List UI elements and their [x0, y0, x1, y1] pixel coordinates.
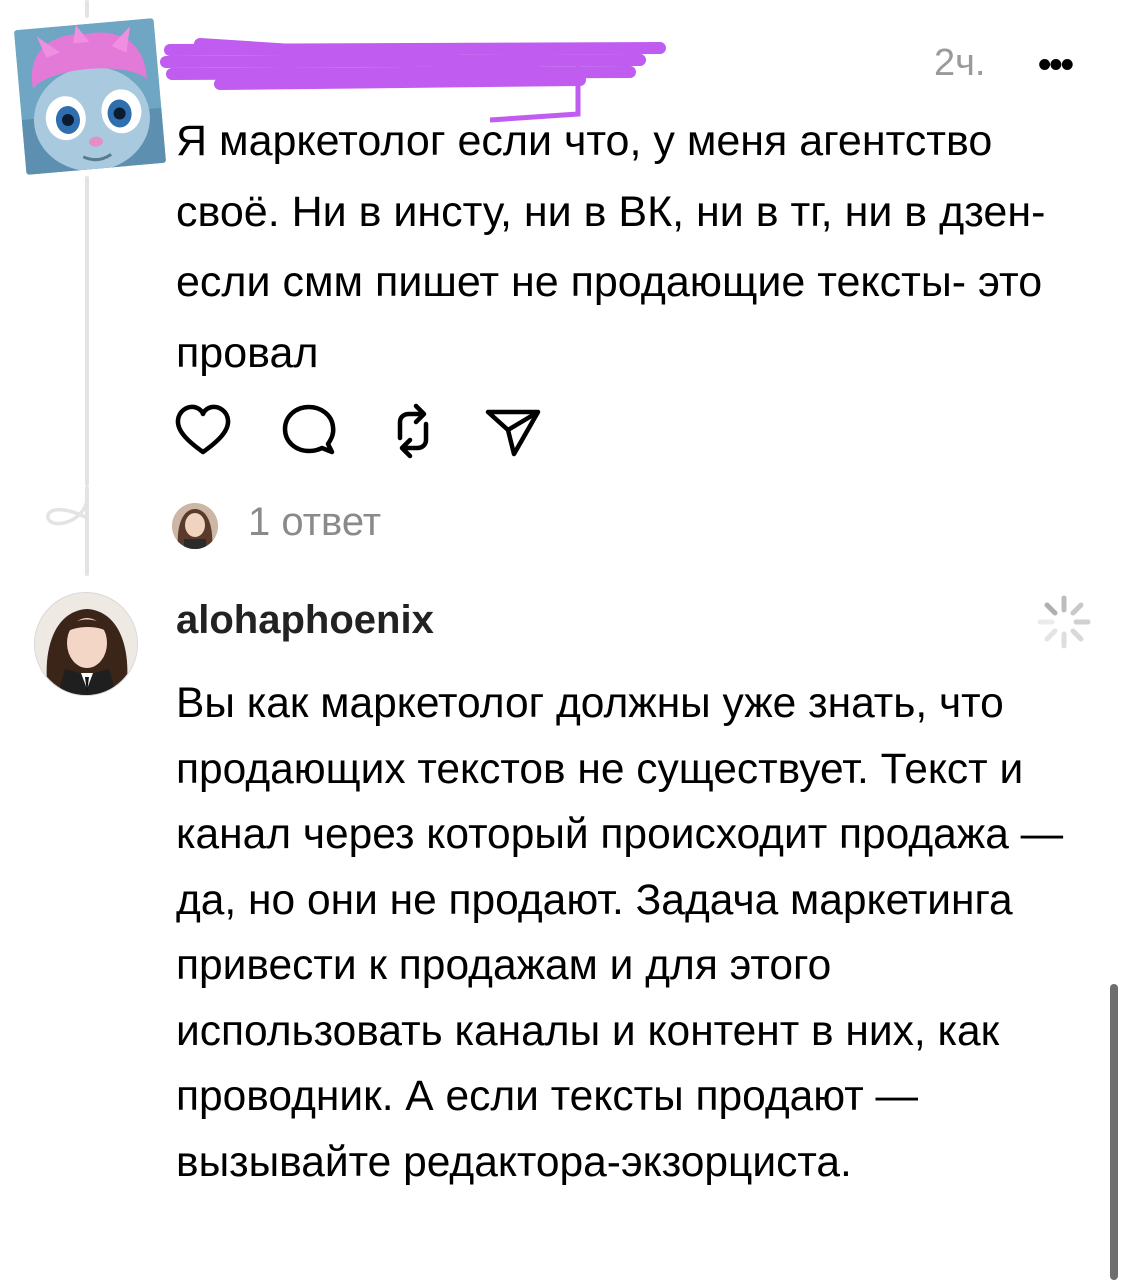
cartoon-avatar-image: [13, 18, 167, 175]
thread-line: [85, 176, 89, 486]
avatar[interactable]: [34, 592, 138, 696]
reply-avatar-image: [172, 503, 218, 549]
comment-text: Я маркетолог если что, у меня агентство …: [176, 117, 1046, 377]
action-bar: [172, 400, 572, 464]
timestamp: 2ч.: [934, 42, 986, 84]
send-icon[interactable]: [482, 400, 544, 462]
thread-connector-icon: [46, 498, 89, 526]
username[interactable]: alohaphoenix: [176, 598, 434, 643]
comment-text: Вы как маркетолог должны уже знать, что …: [176, 680, 1064, 1186]
repost-icon[interactable]: [382, 400, 444, 462]
scrollbar[interactable]: [1110, 984, 1118, 1280]
user-avatar-image: [35, 593, 137, 695]
more-options-button[interactable]: •••: [1038, 44, 1074, 87]
thread-line-top: [85, 0, 89, 18]
loading-spinner-icon: [1037, 595, 1091, 649]
comment-icon[interactable]: [278, 400, 340, 462]
heart-icon[interactable]: [172, 400, 234, 462]
avatar[interactable]: [13, 18, 167, 175]
reply-avatar[interactable]: [172, 503, 218, 549]
replies-count-link[interactable]: 1 ответ: [248, 500, 381, 545]
